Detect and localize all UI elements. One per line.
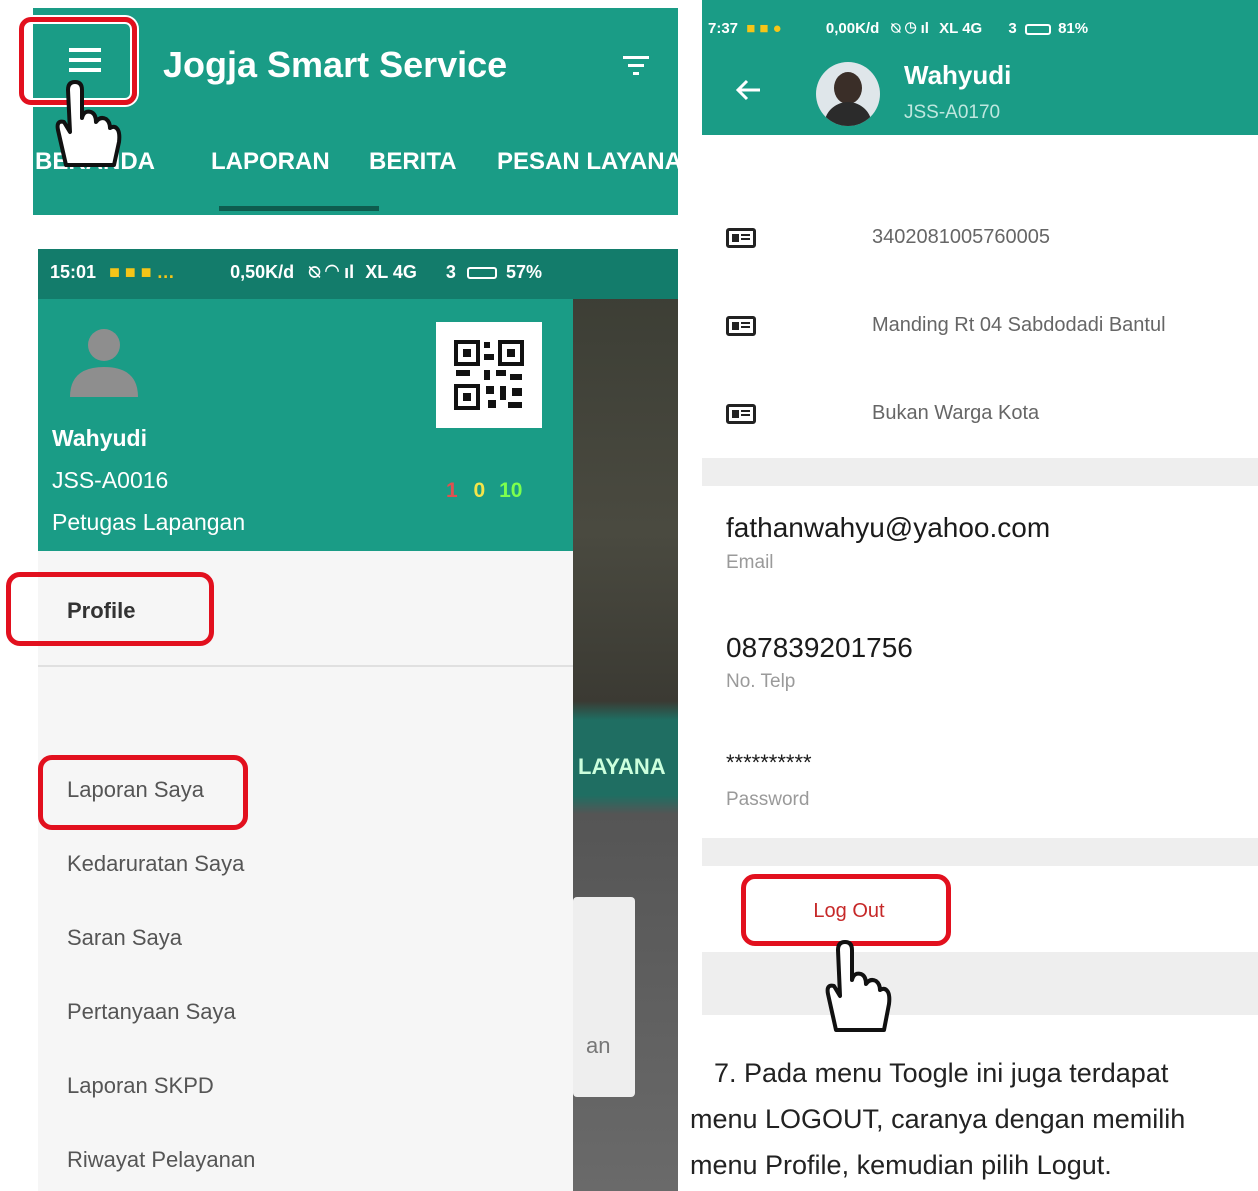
- tab-indicator: [219, 206, 379, 211]
- tab-bar: BERANDA LAPORAN BERITA PESAN LAYANA: [33, 148, 678, 188]
- status-sim: 3: [445, 262, 456, 282]
- behind-card: [573, 897, 635, 1097]
- profile-status-battery: 81%: [1058, 20, 1089, 37]
- profile-signal-icons: ⍉ ◷ ıl: [891, 20, 929, 37]
- email-value[interactable]: fathanwahyu@yahoo.com: [726, 512, 1050, 544]
- citizen-value: Bukan Warga Kota: [872, 402, 1040, 424]
- counter-red: 1: [446, 479, 458, 502]
- row-nik: 3402081005760005: [702, 194, 1258, 282]
- tab-pesan-layanan[interactable]: PESAN LAYANA: [497, 148, 678, 176]
- drawer-header: Wahyudi JSS-A0016 Petugas Lapangan 1 0 1…: [38, 299, 573, 551]
- profile-battery-icon: [1024, 23, 1051, 35]
- profile-status-speed: 0,00K/d: [825, 20, 880, 37]
- counter-green: 10: [499, 479, 523, 502]
- status-bar: 15:01 ■ ■ ■ … 0,50K/d ⍉ ◠ ıl XL 4G 3 57%: [38, 249, 678, 299]
- id-card-icon: [726, 404, 756, 424]
- user-role: Petugas Lapangan: [52, 509, 246, 535]
- caption-line-2: menu LOGOUT, caranya dengan memilih: [690, 1104, 1186, 1134]
- menu-item-riwayat-pelayanan[interactable]: Riwayat Pelayanan: [67, 1147, 255, 1173]
- address-value: Manding Rt 04 Sabdodadi Bantul: [872, 314, 1166, 336]
- filter-icon[interactable]: [623, 56, 649, 78]
- pointing-hand-icon: [55, 80, 122, 167]
- section-divider: [702, 838, 1258, 866]
- back-arrow-icon[interactable]: [734, 78, 762, 102]
- row-address: Manding Rt 04 Sabdodadi Bantul: [702, 282, 1258, 370]
- menu-item-kedaruratan-saya[interactable]: Kedaruratan Saya: [67, 851, 244, 877]
- drawer-menu: Profile Laporan Saya Kedaruratan Saya Sa…: [38, 551, 573, 1191]
- tab-laporan[interactable]: LAPORAN: [211, 148, 330, 176]
- profile-notification-icons: ■ ■ ●: [746, 20, 782, 37]
- profile-name: Wahyudi: [904, 60, 1012, 90]
- phone-value[interactable]: 087839201756: [726, 632, 913, 664]
- menu-divider: [38, 665, 573, 667]
- notification-icons: ■ ■ ■ …: [109, 262, 175, 282]
- pointing-hand-icon: [825, 940, 892, 1032]
- section-divider: [702, 458, 1258, 486]
- avatar-icon: [70, 329, 138, 397]
- qr-code-icon[interactable]: [436, 322, 542, 428]
- user-id: JSS-A0016: [52, 467, 169, 493]
- phone-label: No. Telp: [726, 671, 796, 692]
- behind-tab-label: LAYANA: [578, 754, 666, 779]
- row-citizen: Bukan Warga Kota: [702, 370, 1258, 458]
- bottom-bar: [702, 952, 1258, 1015]
- menu-item-laporan-skpd[interactable]: Laporan SKPD: [67, 1073, 214, 1099]
- email-label: Email: [726, 552, 774, 573]
- nik-value: 3402081005760005: [872, 226, 1050, 248]
- menu-item-saran-saya[interactable]: Saran Saya: [67, 925, 182, 951]
- profile-app-bar: 7:37 ■ ■ ● 0,00K/d ⍉ ◷ ıl XL 4G 3 81% Wa…: [702, 0, 1258, 135]
- tab-berita[interactable]: BERITA: [369, 148, 457, 176]
- menu-item-pertanyaan-saya[interactable]: Pertanyaan Saya: [67, 999, 236, 1025]
- caption-line-1: 7. Pada menu Toogle ini juga terdapat: [714, 1058, 1169, 1088]
- status-battery: 57%: [505, 262, 542, 282]
- drawer-screenshot: LAYANA an 15:01 ■ ■ ■ … 0,50K/d ⍉ ◠ ıl X…: [38, 249, 678, 1191]
- profile-status-sim: 3: [1008, 20, 1017, 37]
- profile-status-time: 7:37: [708, 20, 739, 37]
- profile-status-bar: 7:37 ■ ■ ● 0,00K/d ⍉ ◷ ıl XL 4G 3 81%: [708, 20, 1088, 37]
- status-network: XL 4G: [365, 262, 417, 282]
- status-counters: 1 0 10: [446, 479, 522, 503]
- signal-icons: ⍉ ◠ ıl: [309, 262, 355, 282]
- highlight-laporan-saya: [38, 755, 248, 830]
- profile-screenshot: 7:37 ■ ■ ● 0,00K/d ⍉ ◷ ıl XL 4G 3 81% Wa…: [702, 0, 1258, 1015]
- highlight-profile: [6, 572, 214, 646]
- id-card-icon: [726, 316, 756, 336]
- profile-id: JSS-A0170: [904, 102, 1001, 123]
- user-name: Wahyudi: [52, 425, 147, 451]
- password-label: Password: [726, 789, 810, 810]
- id-card-icon: [726, 228, 756, 248]
- battery-icon: [466, 267, 497, 280]
- app-title: Jogja Smart Service: [163, 44, 508, 85]
- status-time: 15:01: [50, 262, 97, 282]
- behind-text: an: [586, 1033, 611, 1058]
- counter-yellow: 0: [473, 479, 486, 502]
- status-speed: 0,50K/d: [230, 262, 295, 282]
- profile-status-network: XL 4G: [939, 20, 983, 37]
- caption-line-3: menu Profile, kemudian pilih Logut.: [690, 1150, 1112, 1180]
- password-value[interactable]: **********: [726, 750, 812, 776]
- profile-avatar: [816, 62, 880, 126]
